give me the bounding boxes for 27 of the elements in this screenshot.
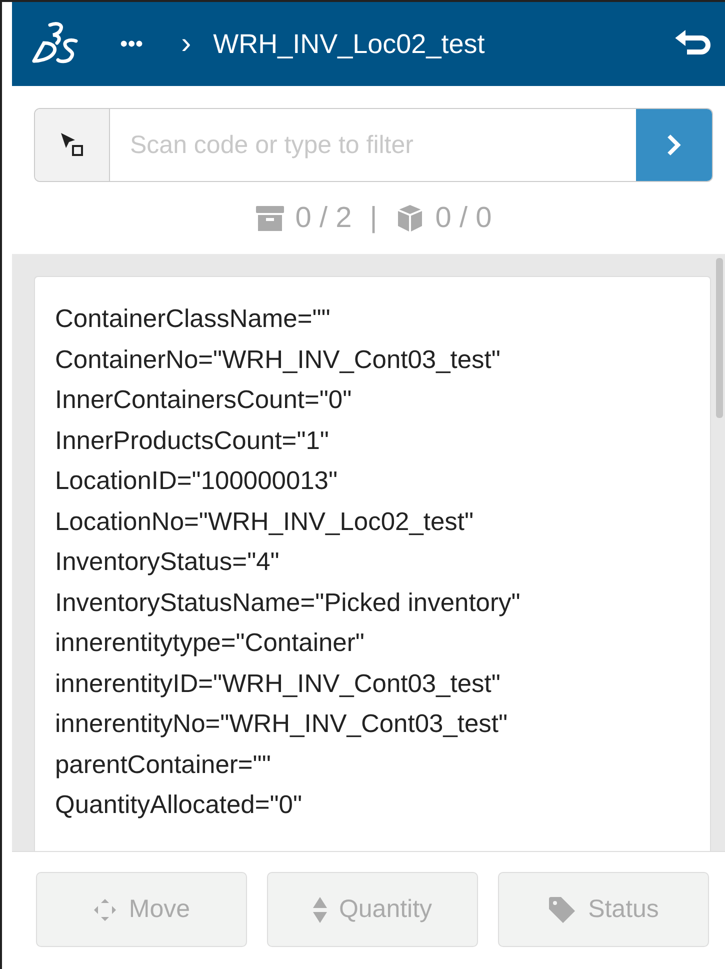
detail-line: InventoryStatus="4" bbox=[55, 547, 280, 578]
select-mode-button[interactable] bbox=[35, 109, 110, 181]
scrollbar-thumb[interactable] bbox=[716, 258, 723, 418]
archive-box-icon bbox=[255, 203, 286, 233]
more-button[interactable]: ••• bbox=[120, 33, 144, 55]
detail-line: LocationNo="WRH_INV_Loc02_test" bbox=[55, 506, 475, 538]
detail-line: innerentitytype="Container" bbox=[55, 628, 366, 659]
location-title: WRH_INV_Loc02_test bbox=[213, 28, 486, 60]
detail-line: QuantityAllocated="0" bbox=[55, 790, 304, 821]
detail-line: InnerProductsCount="1" bbox=[55, 426, 330, 456]
detail-line: innerentityID="WRH_INV_Cont03_test" bbox=[55, 668, 502, 700]
detail-line: parentContainer="" bbox=[55, 750, 272, 780]
cursor-select-icon bbox=[59, 132, 85, 158]
tag-icon bbox=[548, 896, 576, 924]
move-arrows-icon bbox=[92, 898, 117, 922]
detail-line: ContainerClassName="" bbox=[55, 304, 332, 335]
chevron-right-icon bbox=[666, 133, 682, 157]
detail-line: innerentityNo="WRH_INV_Cont03_test" bbox=[55, 709, 509, 740]
breadcrumb-separator: › bbox=[181, 29, 192, 59]
container-count: 0 / 2 bbox=[295, 202, 352, 234]
count-separator: | bbox=[370, 202, 378, 234]
detail-line: ContainerNo="WRH_INV_Cont03_test" bbox=[55, 344, 502, 376]
detail-line: InventoryStatusName="Picked inventory" bbox=[55, 588, 522, 618]
detail-line: InnerContainersCount="0" bbox=[55, 385, 353, 416]
product-count: 0 / 0 bbox=[435, 202, 492, 234]
up-down-icon bbox=[312, 896, 327, 922]
detail-line: LocationID="100000013" bbox=[55, 466, 339, 497]
